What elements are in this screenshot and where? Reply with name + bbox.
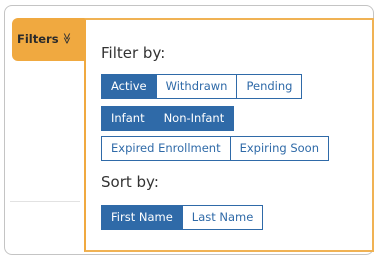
sort-first-name-button[interactable]: First Name xyxy=(101,205,183,230)
filters-toggle-button[interactable]: Filters≫ xyxy=(12,18,86,61)
sort-by-heading: Sort by: xyxy=(101,173,159,191)
filter-non-infant-button[interactable]: Non-Infant xyxy=(153,106,235,131)
filter-infant-button[interactable]: Infant xyxy=(101,106,155,131)
filter-expired-enrollment-button[interactable]: Expired Enrollment xyxy=(101,136,231,161)
filter-by-heading: Filter by: xyxy=(101,44,166,62)
filter-popover: Filter by: Active Withdrawn Pending Infa… xyxy=(84,18,374,252)
filter-withdrawn-button[interactable]: Withdrawn xyxy=(155,74,238,99)
divider xyxy=(10,201,80,202)
age-filter-group: Infant Non-Infant xyxy=(101,106,235,131)
filter-expiring-soon-button[interactable]: Expiring Soon xyxy=(229,136,330,161)
status-filter-group: Active Withdrawn Pending xyxy=(101,74,303,99)
filter-active-button[interactable]: Active xyxy=(101,74,157,99)
sort-group: First Name Last Name xyxy=(101,205,264,230)
double-chevron-down-icon: ≫ xyxy=(59,32,73,45)
sort-last-name-button[interactable]: Last Name xyxy=(181,205,264,230)
filter-pending-button[interactable]: Pending xyxy=(236,74,303,99)
enrollment-filter-group: Expired Enrollment Expiring Soon xyxy=(101,136,330,161)
filters-toggle-label: Filters xyxy=(17,32,59,46)
